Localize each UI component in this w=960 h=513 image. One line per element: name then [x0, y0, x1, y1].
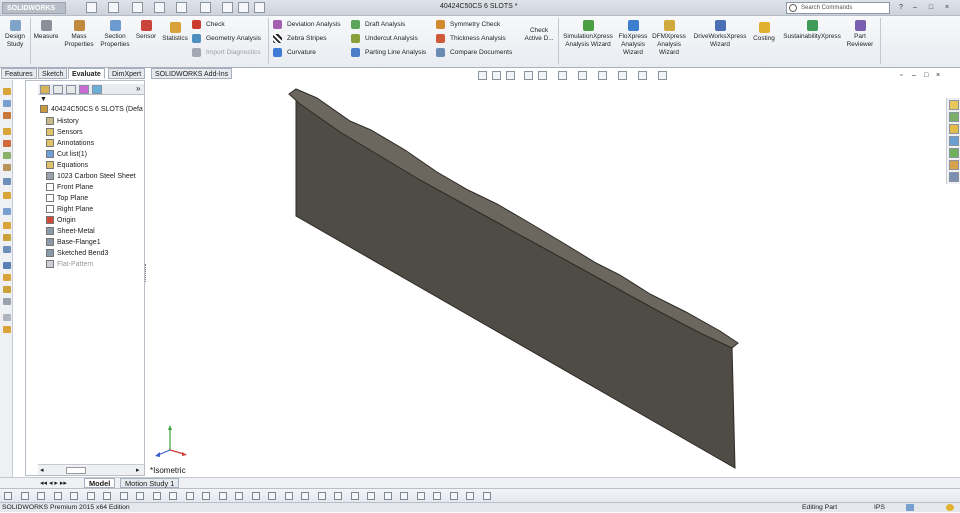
invert-filters-icon[interactable]	[466, 492, 474, 500]
filter-notes-icon[interactable]	[268, 492, 276, 500]
filter-center-marks-icon[interactable]	[218, 492, 227, 500]
rebuild-status-icon[interactable]	[906, 504, 914, 511]
help-status-icon[interactable]	[946, 504, 954, 511]
filter-loops-icon[interactable]	[383, 492, 392, 500]
filter-axes-icon[interactable]	[136, 492, 144, 500]
tolerance-icon[interactable]	[482, 492, 491, 500]
select-icon[interactable]	[4, 492, 12, 500]
filter-cosmetic-threads-icon[interactable]	[317, 492, 326, 500]
tab-motion-study-1[interactable]: Motion Study 1	[120, 478, 180, 488]
status-bar: SOLIDWORKS Premium 2015 x64 Edition Edit…	[0, 502, 960, 512]
filter-faces-icon[interactable]	[86, 492, 95, 500]
graphics-area[interactable]	[0, 0, 960, 512]
filter-sketch-points-icon[interactable]	[169, 492, 177, 500]
tab-model[interactable]: Model	[84, 478, 116, 488]
bottom-tabs-bar: ◂◂ ◂ ▸ ▸▸ Model Motion Study 1	[0, 477, 960, 488]
filter-datums-icon[interactable]	[284, 492, 293, 500]
filter-blocks-icon[interactable]	[334, 492, 342, 500]
filter-planes-icon[interactable]	[152, 492, 161, 500]
tab-nav-arrows-icon[interactable]: ◂◂ ◂ ▸ ▸▸	[40, 479, 67, 487]
selection-filter-toolbar	[0, 488, 960, 502]
clear-filters-icon[interactable]	[433, 492, 441, 500]
filter-routing-points-icon[interactable]	[350, 492, 359, 500]
filter-sketch-segments-icon[interactable]	[185, 492, 194, 500]
filter-midpoints-icon[interactable]	[202, 492, 210, 500]
view-orientation-label: *Isometric	[150, 466, 186, 475]
filter-welds-icon[interactable]	[301, 492, 309, 500]
filter-edges-icon[interactable]	[70, 492, 78, 500]
filter-toggle-icon[interactable]	[416, 492, 425, 500]
coordinate-triad-icon	[155, 425, 187, 457]
filter-mates-icon[interactable]	[400, 492, 408, 500]
sheet-metal-part-face[interactable]	[295, 93, 736, 469]
filter-vertices-icon[interactable]	[53, 492, 62, 500]
box-select-icon[interactable]	[20, 492, 29, 500]
filter-annotations-icon[interactable]	[251, 492, 260, 500]
filter-dimensions-icon[interactable]	[235, 492, 243, 500]
filter-connection-points-icon[interactable]	[367, 492, 375, 500]
filter-surface-bodies-icon[interactable]	[103, 492, 111, 500]
filter-solid-bodies-icon[interactable]	[119, 492, 128, 500]
select-all-filters-icon[interactable]	[449, 492, 458, 500]
lasso-select-icon[interactable]	[37, 492, 45, 500]
